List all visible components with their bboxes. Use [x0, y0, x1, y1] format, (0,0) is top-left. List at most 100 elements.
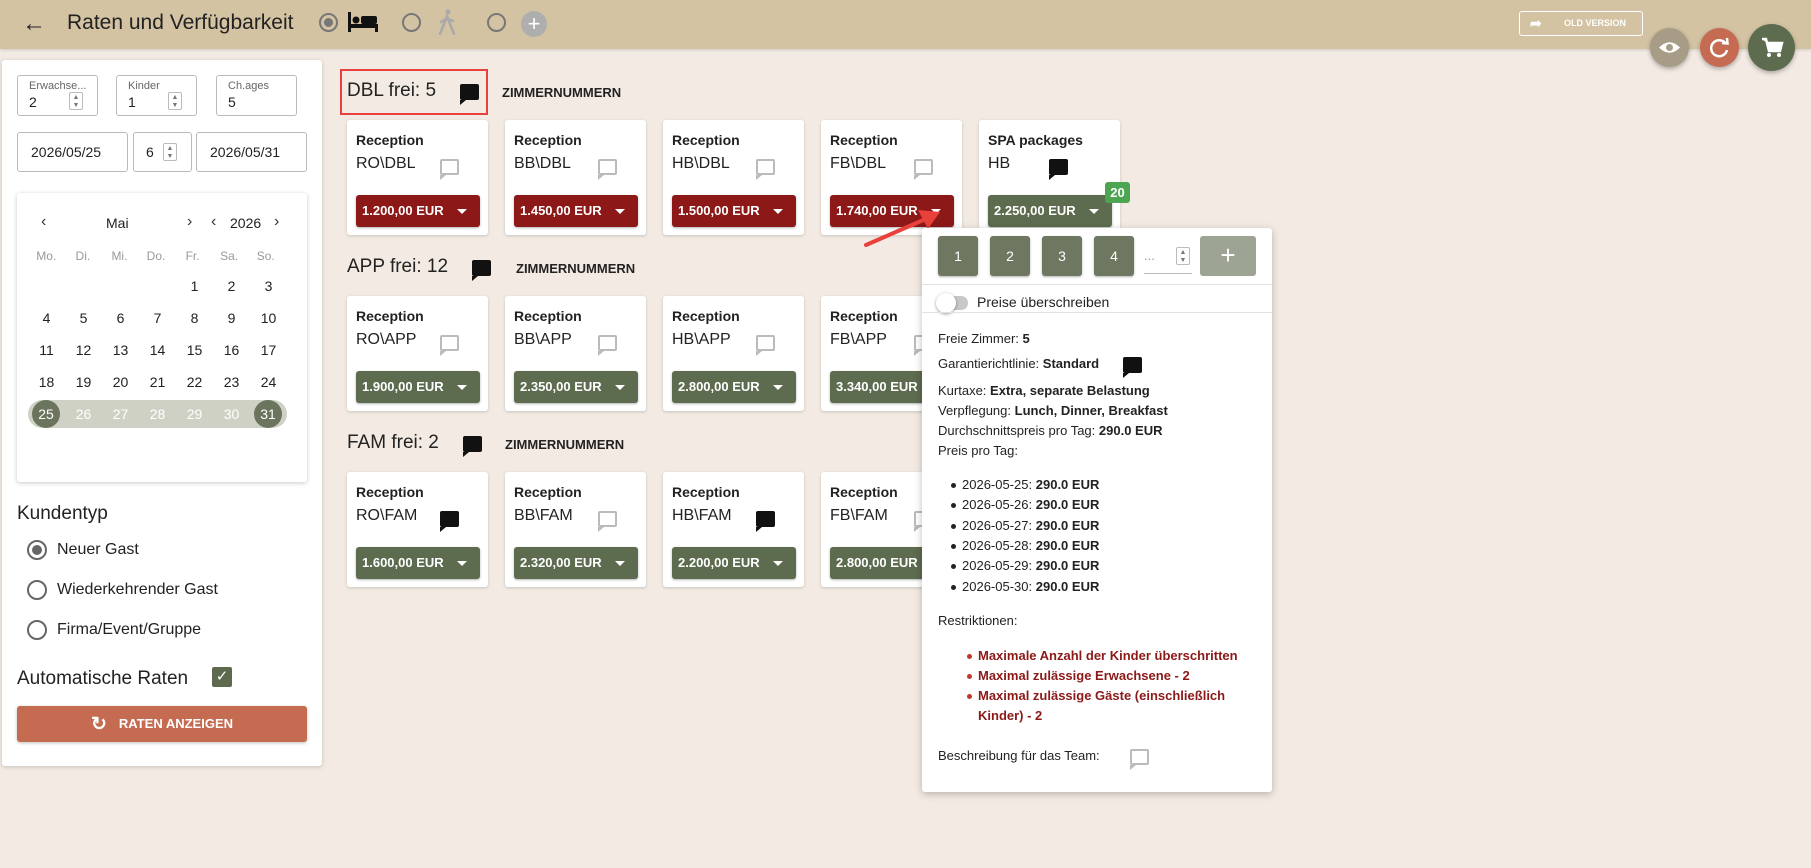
calendar-day[interactable]: 15 — [176, 336, 213, 364]
calendar-day[interactable]: 28 — [139, 400, 176, 428]
calendar-day[interactable]: 23 — [213, 368, 250, 396]
group-message-icon[interactable] — [472, 260, 491, 281]
children-field[interactable]: Kinder 1 ▲ ▼ — [116, 75, 197, 116]
calendar-day[interactable]: 24 — [250, 368, 287, 396]
customer-radio-company[interactable] — [27, 620, 47, 640]
plus-icon[interactable]: + — [521, 11, 547, 37]
rate-price-button[interactable]: 2.250,00 EUR — [988, 195, 1112, 227]
calendar-day[interactable]: 14 — [139, 336, 176, 364]
calendar-day[interactable]: 26 — [65, 400, 102, 428]
old-version-button[interactable]: ➦ OLD VERSION — [1519, 11, 1643, 36]
team-description-message-icon[interactable] — [1130, 749, 1149, 770]
calendar-day[interactable]: 25 — [28, 400, 65, 428]
room-numbers-link[interactable]: ZIMMERNUMMERN — [505, 437, 624, 452]
group-message-icon[interactable] — [463, 436, 482, 457]
rate-message-icon[interactable] — [756, 335, 775, 356]
rate-price-button[interactable]: 2.200,00 EUR — [672, 547, 796, 579]
nights-field[interactable]: 6 ▲ ▼ — [133, 132, 192, 172]
calendar-day[interactable]: 2 — [213, 272, 250, 300]
rate-price-button[interactable]: 1.900,00 EUR — [356, 371, 480, 403]
adults-field[interactable]: Erwachse... 2 ▲ ▼ — [17, 75, 98, 116]
calendar-day[interactable]: 21 — [139, 368, 176, 396]
rate-price-button[interactable]: 2.350,00 EUR — [514, 371, 638, 403]
children-ages-field[interactable]: Ch.ages 5 — [216, 75, 297, 116]
override-prices-toggle[interactable] — [936, 293, 968, 313]
calendar-day[interactable]: 1 — [176, 272, 213, 300]
add-qty-button[interactable]: + — [1200, 236, 1256, 276]
rate-price-button[interactable]: 1.200,00 EUR — [356, 195, 480, 227]
auto-rates-checkbox[interactable]: ✓ — [212, 667, 232, 687]
prev-year-icon[interactable]: ‹ — [211, 213, 216, 231]
qty-custom-input[interactable]: ... ▲ ▼ — [1144, 238, 1192, 274]
rate-message-icon[interactable] — [598, 511, 617, 532]
rate-message-icon[interactable] — [440, 511, 459, 532]
calendar-day[interactable]: 10 — [250, 304, 287, 332]
calendar-day[interactable]: 9 — [213, 304, 250, 332]
rate-message-icon[interactable] — [1049, 159, 1068, 180]
mode-radio-stay[interactable] — [319, 13, 338, 32]
calendar-day[interactable]: 31 — [250, 400, 287, 428]
customer-radio-returning[interactable] — [27, 580, 47, 600]
date-to-field[interactable]: 2026/05/31 — [196, 132, 307, 172]
prev-month-icon[interactable]: ‹ — [41, 213, 46, 231]
qty-button-3[interactable]: 3 — [1042, 236, 1082, 276]
caret-down-icon — [457, 561, 467, 566]
calendar-day[interactable]: 8 — [176, 304, 213, 332]
rate-message-icon[interactable] — [756, 159, 775, 180]
calendar-day[interactable]: 22 — [176, 368, 213, 396]
calendar-day[interactable]: 7 — [139, 304, 176, 332]
calendar-day[interactable]: 3 — [250, 272, 287, 300]
rate-price-button[interactable]: 1.600,00 EUR — [356, 547, 480, 579]
calendar-day[interactable]: 13 — [102, 336, 139, 364]
next-month-icon[interactable]: › — [187, 213, 192, 231]
eye-button[interactable] — [1650, 28, 1689, 67]
group-message-icon[interactable] — [460, 84, 479, 105]
calendar-day[interactable]: 16 — [213, 336, 250, 364]
nights-stepper[interactable]: ▲ ▼ — [163, 143, 177, 161]
rate-price-button[interactable]: 2.320,00 EUR — [514, 547, 638, 579]
calendar-day[interactable]: 29 — [176, 400, 213, 428]
room-numbers-link[interactable]: ZIMMERNUMMERN — [516, 261, 635, 276]
refresh-button[interactable] — [1700, 28, 1739, 67]
qty-button-2[interactable]: 2 — [990, 236, 1030, 276]
rate-message-icon[interactable] — [598, 159, 617, 180]
rate-message-icon[interactable] — [914, 159, 933, 180]
back-arrow-icon[interactable]: ← — [22, 10, 46, 38]
calendar-day[interactable]: 30 — [213, 400, 250, 428]
calendar-day-label: 31 — [254, 400, 282, 428]
calendar-day[interactable]: 6 — [102, 304, 139, 332]
show-rates-button[interactable]: ↻ RATEN ANZEIGEN — [17, 706, 307, 742]
calendar-day[interactable]: 4 — [28, 304, 65, 332]
calendar-day[interactable]: 5 — [65, 304, 102, 332]
rate-price-button[interactable]: 1.500,00 EUR — [672, 195, 796, 227]
rate-price-label: 1.200,00 EUR — [362, 203, 444, 218]
guarantee-message-icon[interactable] — [1123, 357, 1142, 378]
calendar-day[interactable]: 19 — [65, 368, 102, 396]
calendar-day[interactable]: 20 — [102, 368, 139, 396]
calendar-day[interactable]: 11 — [28, 336, 65, 364]
qty-button-4[interactable]: 4 — [1094, 236, 1134, 276]
mode-radio-walkin[interactable] — [402, 13, 421, 32]
children-stepper[interactable]: ▲ ▼ — [168, 92, 182, 110]
customer-radio-new[interactable] — [27, 540, 47, 560]
mode-radio-add[interactable] — [487, 13, 506, 32]
qty-stepper[interactable]: ▲ ▼ — [1176, 247, 1190, 265]
calendar-day[interactable]: 12 — [65, 336, 102, 364]
adults-stepper[interactable]: ▲ ▼ — [69, 92, 83, 110]
customer-label-returning: Wiederkehrender Gast — [57, 581, 218, 598]
room-numbers-link[interactable]: ZIMMERNUMMERN — [502, 85, 621, 100]
rate-price-button[interactable]: 1.450,00 EUR — [514, 195, 638, 227]
team-description-label: Beschreibung für das Team: — [938, 748, 1100, 763]
calendar-day[interactable]: 17 — [250, 336, 287, 364]
rate-message-icon[interactable] — [440, 335, 459, 356]
date-from-field[interactable]: 2026/05/25 — [17, 132, 128, 172]
cart-button[interactable] — [1748, 24, 1795, 71]
qty-button-1[interactable]: 1 — [938, 236, 978, 276]
rate-message-icon[interactable] — [440, 159, 459, 180]
next-year-icon[interactable]: › — [274, 213, 279, 231]
rate-price-button[interactable]: 2.800,00 EUR — [672, 371, 796, 403]
rate-message-icon[interactable] — [598, 335, 617, 356]
rate-message-icon[interactable] — [756, 511, 775, 532]
calendar-day[interactable]: 27 — [102, 400, 139, 428]
calendar-day[interactable]: 18 — [28, 368, 65, 396]
